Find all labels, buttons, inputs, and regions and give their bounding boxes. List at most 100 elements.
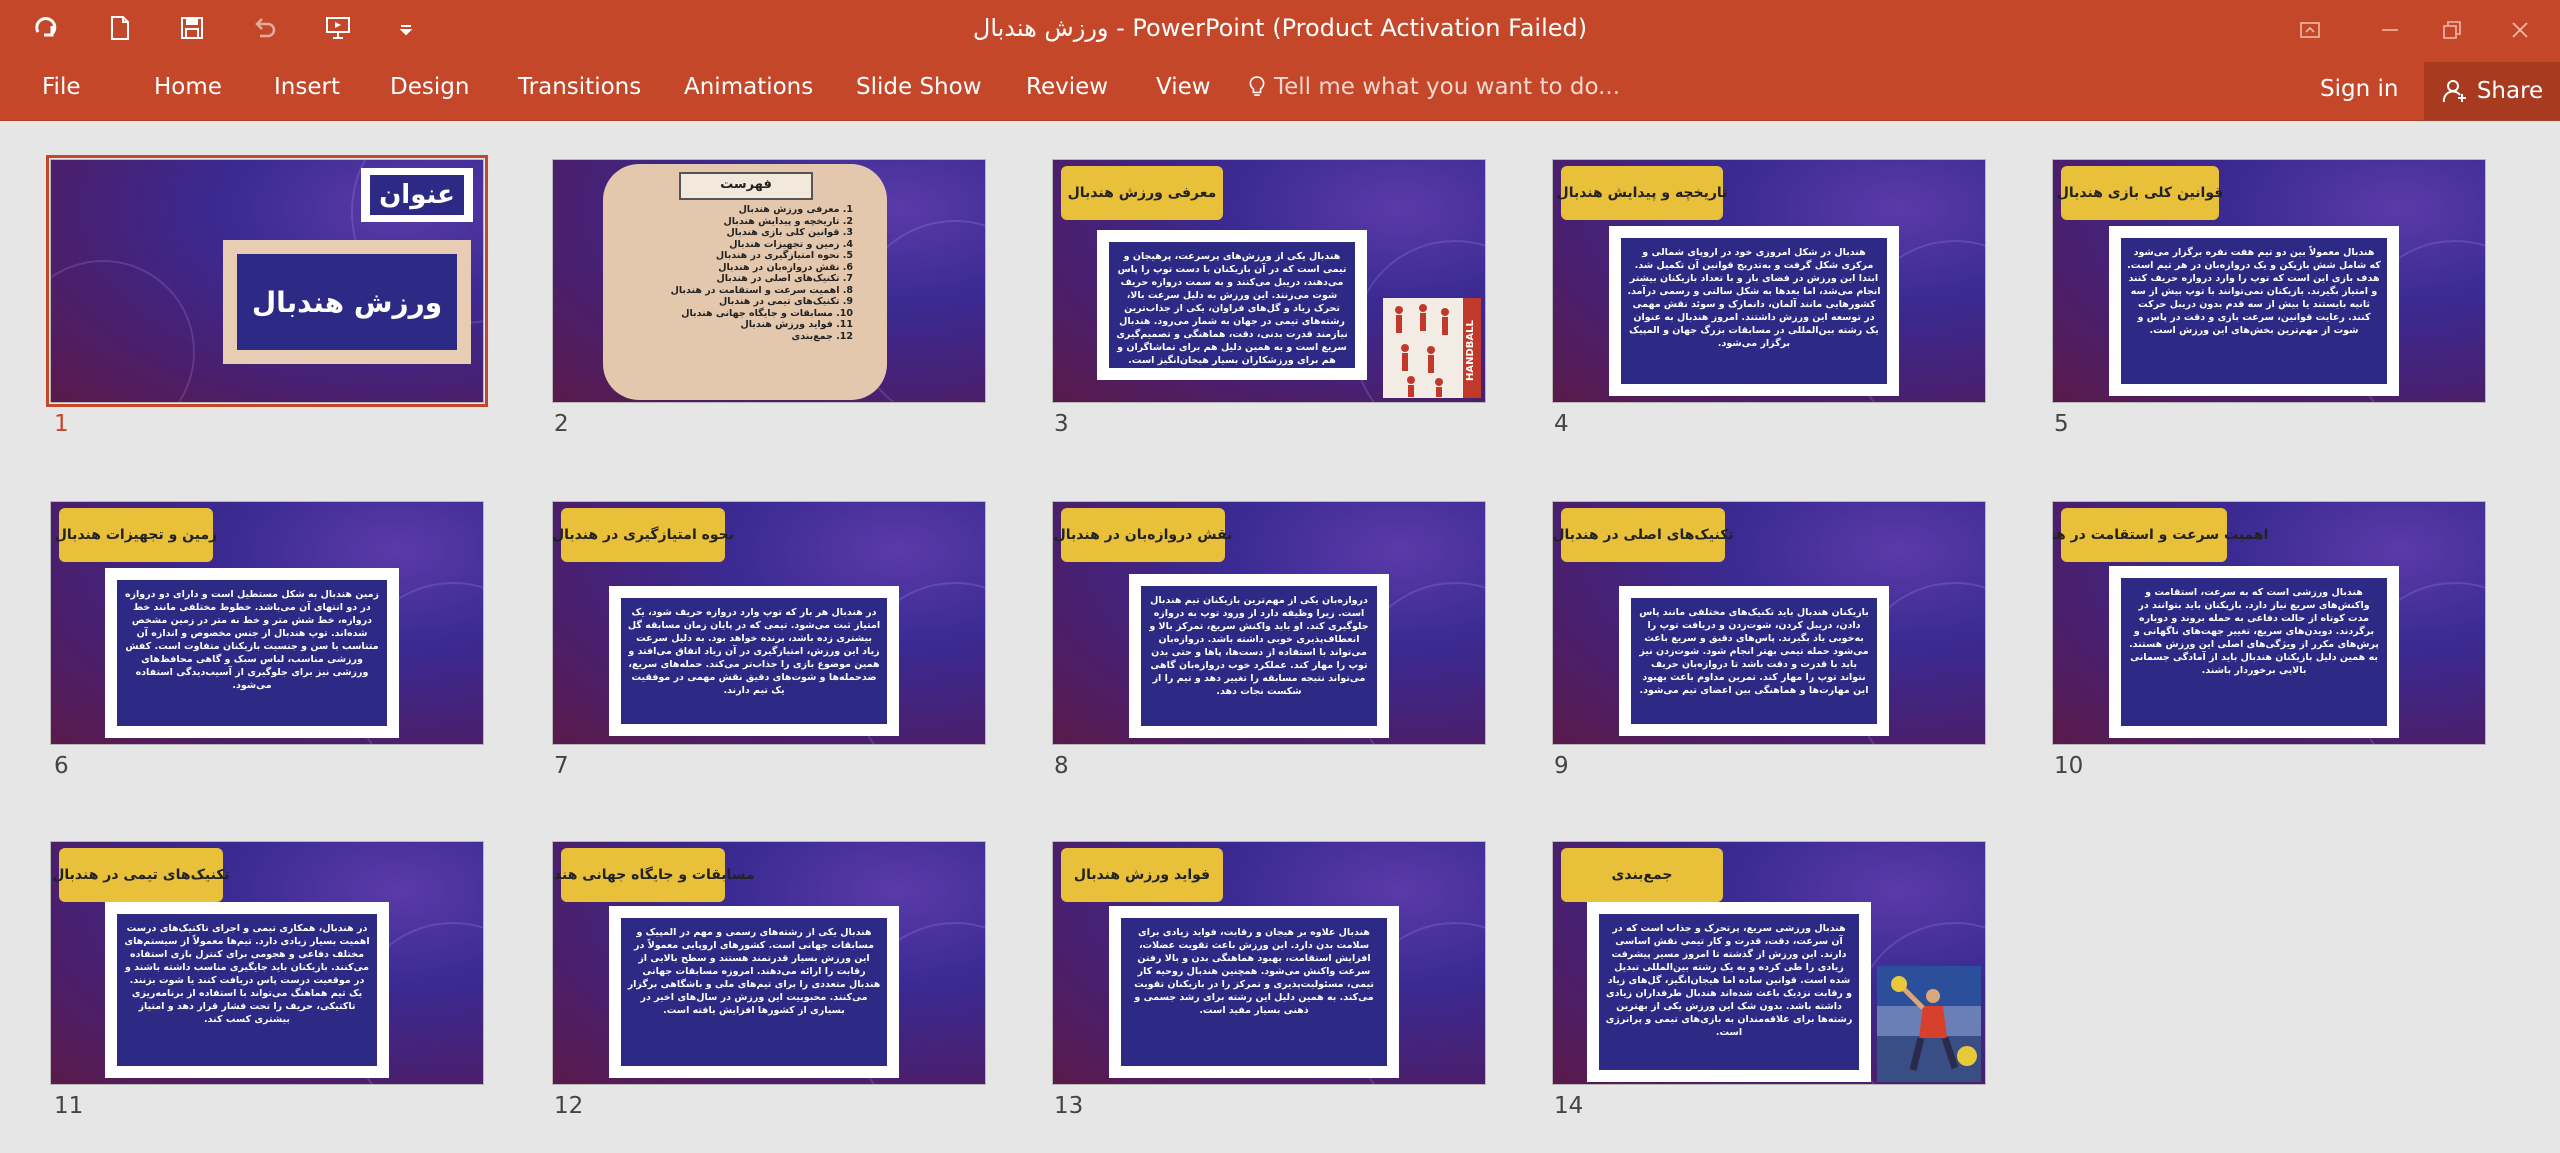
toc-list: 1. معرفی ورزش هندبال 2. تاریخچه و پیدایش… (643, 204, 853, 342)
slide-number: 9 (1554, 753, 1569, 779)
slide-title: زمین و تجهیزات هندبال (54, 527, 218, 543)
slide-number: 14 (1554, 1093, 1584, 1119)
slide-14[interactable]: جمع‌بندی هندبال ورزشی سریع، پرتحرک و جذا… (1552, 841, 1986, 1085)
tab-animations[interactable]: Animations (684, 74, 813, 100)
slide-thumbnail-9[interactable]: تکنیک‌های اصلی در هندبال بازیکنان هندبال… (1552, 501, 1986, 745)
slide-heading: عنوان (370, 175, 464, 215)
slide-2[interactable]: فهرست 1. معرفی ورزش هندبال 2. تاریخچه و … (552, 159, 986, 403)
slide-4[interactable]: تاریخچه و پیدایش هندبال هندبال در شکل ام… (1552, 159, 1986, 403)
toc-item: 10. مسابقات و جایگاه جهانی هندبال (681, 307, 853, 319)
toc-panel: فهرست 1. معرفی ورزش هندبال 2. تاریخچه و … (603, 164, 887, 400)
slide-number: 13 (1054, 1093, 1084, 1119)
toc-heading: فهرست (679, 172, 813, 200)
handball-player-photo (1877, 966, 1981, 1082)
slide-10[interactable]: اهمیت سرعت و استقامت در هندبال هندبال ور… (2052, 501, 2486, 745)
slide-title-box: اهمیت سرعت و استقامت در هندبال (2053, 508, 2268, 562)
slide-thumbnail-11[interactable]: تکنیک‌های تیمی در هندبال در هندبال، همکا… (50, 841, 484, 1085)
slide-content-box: هندبال ورزشی است که به سرعت، استقامت و و… (2109, 566, 2399, 738)
slide-title-box: قوانین کلی بازی هندبال (2057, 166, 2223, 220)
sign-in-link[interactable]: Sign in (2320, 76, 2398, 102)
slide-content-box: زمین هندبال به شکل مستطیل است و دارای دو… (105, 568, 399, 738)
toc-item: 6. نقش دروازه‌بان در هندبال (718, 261, 853, 273)
slide-body: در هندبال هر بار که توپ وارد دروازه حریف… (621, 598, 887, 724)
slide-thumbnail-3[interactable]: معرفی ورزش هندبال هندبال یکی از ورزش‌های… (1052, 159, 1486, 403)
slide-thumbnail-4[interactable]: تاریخچه و پیدایش هندبال هندبال در شکل ام… (1552, 159, 1986, 403)
slide-title: معرفی ورزش هندبال (1067, 185, 1217, 201)
toc-item: 1. معرفی ورزش هندبال (738, 204, 853, 215)
slide-thumbnail-6[interactable]: زمین و تجهیزات هندبال زمین هندبال به شکل… (50, 501, 484, 745)
tab-insert[interactable]: Insert (274, 74, 340, 100)
slide-title: فواید ورزش هندبال (1073, 867, 1211, 883)
title-bar: ورزش هندبال - PowerPoint (Product Activa… (0, 0, 2560, 62)
slide-11[interactable]: تکنیک‌های تیمی در هندبال در هندبال، همکا… (50, 841, 484, 1085)
slide-8[interactable]: نقش دروازه‌بان در هندبال دروازه‌بان یکی … (1052, 501, 1486, 745)
slide-9[interactable]: تکنیک‌های اصلی در هندبال بازیکنان هندبال… (1552, 501, 1986, 745)
slide-body: هندبال علاوه بر هیجان و رقابت، فواید زیا… (1121, 918, 1387, 1066)
tab-slide-show[interactable]: Slide Show (856, 74, 982, 100)
slide-body: هندبال یکی از رشته‌های رسمی و مهم در الم… (621, 918, 887, 1066)
share-button[interactable]: Share (2424, 62, 2560, 120)
slide-content-box: هندبال یکی از رشته‌های رسمی و مهم در الم… (609, 906, 899, 1078)
slide-thumbnail-14[interactable]: جمع‌بندی هندبال ورزشی سریع، پرتحرک و جذا… (1552, 841, 1986, 1085)
slide-1[interactable]: عنوان ورزش هندبال (46, 155, 488, 407)
window-title: ورزش هندبال - PowerPoint (Product Activa… (972, 14, 1588, 42)
slide-number: 10 (2054, 753, 2084, 779)
slide-content-box: هندبال یکی از ورزش‌های پرسرعت، پرهیجان و… (1097, 230, 1367, 380)
minimize-icon[interactable] (2370, 10, 2410, 50)
slide-number: 4 (1554, 411, 1569, 437)
slide-content-box: هندبال علاوه بر هیجان و رقابت، فواید زیا… (1109, 906, 1399, 1078)
slide-number: 2 (554, 411, 569, 437)
slide-title: ورزش هندبال (237, 254, 457, 350)
slide-sorter: عنوان ورزش هندبال 1 فهرست 1. معرفی ورزش … (0, 121, 2560, 1153)
lightbulb-icon (1249, 76, 1265, 96)
slide-title: قوانین کلی بازی هندبال (2056, 185, 2224, 201)
close-icon[interactable] (2500, 10, 2540, 50)
slide-title-box: فواید ورزش هندبال (1061, 848, 1223, 902)
tab-file[interactable]: File (42, 74, 81, 100)
share-person-icon (2442, 80, 2466, 103)
slide-thumbnail-8[interactable]: نقش دروازه‌بان در هندبال دروازه‌بان یکی … (1052, 501, 1486, 745)
slide-content-box: در هندبال، همکاری تیمی و اجرای تاکتیک‌ها… (105, 902, 389, 1078)
toc-item: 5. نحوه امتیازگیری در هندبال (715, 250, 853, 261)
tab-home[interactable]: Home (154, 74, 222, 100)
slide-thumbnail-7[interactable]: نحوه امتیازگیری در هندبال در هندبال هر ب… (552, 501, 986, 745)
slide-content-box: هندبال معمولاً بین دو تیم هفت نفره برگزا… (2109, 226, 2399, 396)
slide-content-box: بازیکنان هندبال باید تکنیک‌های مختلفی ما… (1619, 586, 1889, 736)
tab-review[interactable]: Review (1026, 74, 1108, 100)
tab-transitions[interactable]: Transitions (518, 74, 641, 100)
restore-icon[interactable] (2432, 10, 2472, 50)
toc-item: 9. تکنیک‌های تیمی در هندبال (719, 296, 853, 307)
slide-body: زمین هندبال به شکل مستطیل است و دارای دو… (117, 580, 387, 726)
slide-thumbnail-12[interactable]: مسابقات و جایگاه جهانی هندبال هندبال یکی… (552, 841, 986, 1085)
toc-item: 7. تکنیک‌های اصلی در هندبال (716, 273, 854, 284)
toc-item: 3. قوانین کلی بازی هندبال (726, 227, 853, 238)
slide-body: هندبال در شکل امروزی خود در اروپای شمالی… (1621, 238, 1887, 384)
slide-thumbnail-1[interactable]: عنوان ورزش هندبال (46, 155, 488, 407)
slide-title-box: مسابقات و جایگاه جهانی هندبال (553, 848, 755, 902)
slide-7[interactable]: نحوه امتیازگیری در هندبال در هندبال هر ب… (552, 501, 986, 745)
slide-title-box: ورزش هندبال (223, 240, 471, 364)
slide-number: 3 (1054, 411, 1069, 437)
slide-3[interactable]: معرفی ورزش هندبال هندبال یکی از ورزش‌های… (1052, 159, 1486, 403)
slide-5[interactable]: قوانین کلی بازی هندبال هندبال معمولاً بی… (2052, 159, 2486, 403)
toc-item: 2. تاریخچه و پیدایش هندبال (723, 215, 853, 227)
slide-body: در هندبال، همکاری تیمی و اجرای تاکتیک‌ها… (117, 914, 377, 1066)
slide-number: 11 (54, 1093, 84, 1119)
slide-thumbnail-5[interactable]: قوانین کلی بازی هندبال هندبال معمولاً بی… (2052, 159, 2486, 403)
slide-thumbnail-10[interactable]: اهمیت سرعت و استقامت در هندبال هندبال ور… (2052, 501, 2486, 745)
slide-12[interactable]: مسابقات و جایگاه جهانی هندبال هندبال یکی… (552, 841, 986, 1085)
slide-content-box: هندبال در شکل امروزی خود در اروپای شمالی… (1609, 226, 1899, 396)
slide-thumbnail-2[interactable]: فهرست 1. معرفی ورزش هندبال 2. تاریخچه و … (552, 159, 986, 403)
slide-thumbnail-13[interactable]: فواید ورزش هندبال هندبال علاوه بر هیجان … (1052, 841, 1486, 1085)
slide-6[interactable]: زمین و تجهیزات هندبال زمین هندبال به شکل… (50, 501, 484, 745)
slide-content-box: در هندبال هر بار که توپ وارد دروازه حریف… (609, 586, 899, 736)
slide-title: جمع‌بندی (1611, 867, 1673, 883)
slide-title: نحوه امتیازگیری در هندبال (552, 527, 735, 543)
tab-design[interactable]: Design (390, 74, 469, 100)
slide-body: هندبال ورزشی است که به سرعت، استقامت و و… (2121, 578, 2387, 726)
slide-title-box: معرفی ورزش هندبال (1061, 166, 1223, 220)
tab-view[interactable]: View (1156, 74, 1211, 100)
tell-me-search[interactable]: Tell me what you want to do... (1248, 74, 1620, 100)
ribbon-display-options-icon[interactable] (2290, 10, 2330, 50)
slide-13[interactable]: فواید ورزش هندبال هندبال علاوه بر هیجان … (1052, 841, 1486, 1085)
